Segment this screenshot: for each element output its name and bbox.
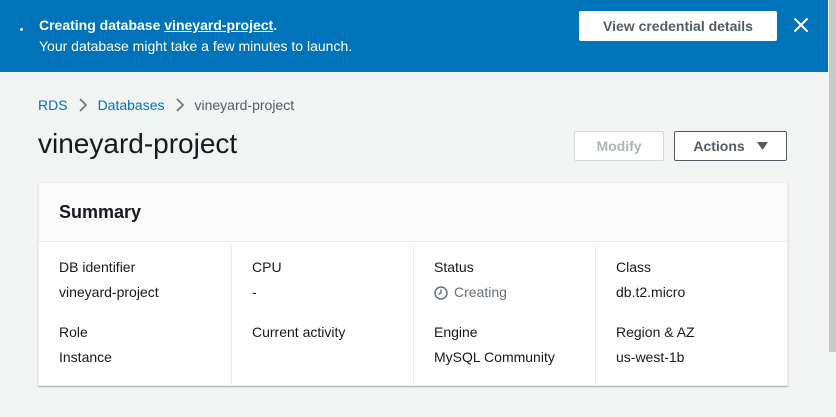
summary-title: Summary	[59, 202, 142, 222]
close-icon[interactable]	[792, 16, 810, 34]
field-label: CPU	[252, 259, 282, 275]
field-value: MySQL Community	[434, 349, 555, 365]
summary-header: Summary	[39, 183, 787, 242]
field-value: db.t2.micro	[616, 284, 686, 300]
flash-title-prefix: Creating database	[39, 17, 165, 33]
field-label: Current activity	[252, 324, 346, 340]
chevron-right-icon	[68, 98, 98, 112]
summary-column: CPU - Current activity	[231, 244, 413, 386]
flash-banner: Creating database vineyard-project. Your…	[0, 0, 828, 72]
field-value: us-west-1b	[616, 349, 685, 365]
spinner-icon	[20, 28, 23, 31]
page-title: vineyard-project	[38, 128, 238, 159]
field-status: Status Creating	[434, 259, 595, 301]
field-region-az: Region & AZ us-west-1b	[616, 324, 777, 366]
field-value: -	[252, 284, 257, 300]
field-value	[252, 349, 413, 366]
field-label: DB identifier	[59, 259, 136, 275]
field-label: Engine	[434, 324, 478, 340]
flash-db-link[interactable]: vineyard-project	[164, 17, 273, 33]
clock-icon	[434, 285, 448, 300]
status-text: Creating	[454, 284, 507, 300]
field-role: Role Instance	[59, 324, 231, 366]
field-engine: Engine MySQL Community	[434, 324, 595, 366]
breadcrumb-item-rds[interactable]: RDS	[38, 97, 68, 113]
status-indicator: Creating	[434, 284, 595, 301]
breadcrumb: RDS Databases vineyard-project	[38, 97, 294, 113]
summary-column: Class db.t2.micro Region & AZ us-west-1b	[595, 244, 777, 386]
summary-column: Status Creating Engine MySQL Community	[413, 244, 595, 386]
actions-button-label: Actions	[693, 138, 745, 154]
field-value: Instance	[59, 349, 112, 365]
summary-columns: DB identifier vineyard-project Role Inst…	[39, 242, 787, 386]
field-db-identifier: DB identifier vineyard-project	[59, 259, 231, 301]
breadcrumb-current: vineyard-project	[194, 97, 295, 113]
field-label: Status	[434, 259, 474, 275]
modify-button[interactable]: Modify	[574, 131, 664, 161]
flash-title-suffix: .	[273, 17, 278, 33]
flash-title: Creating database vineyard-project.	[39, 17, 277, 33]
scrollbar[interactable]	[828, 0, 836, 417]
flash-message: Your database might take a few minutes t…	[39, 38, 353, 54]
view-credential-details-button[interactable]: View credential details	[579, 11, 777, 41]
scrollbar-thumb[interactable]	[829, 0, 836, 352]
breadcrumb-item-databases[interactable]: Databases	[98, 97, 165, 113]
field-label: Region & AZ	[616, 324, 695, 340]
actions-button[interactable]: Actions	[674, 131, 787, 161]
field-current-activity: Current activity	[252, 324, 413, 366]
caret-down-icon	[756, 142, 768, 150]
chevron-right-icon	[165, 98, 195, 112]
field-label: Class	[616, 259, 652, 275]
field-class: Class db.t2.micro	[616, 259, 777, 301]
field-cpu: CPU -	[252, 259, 413, 301]
field-value: vineyard-project	[59, 284, 159, 300]
field-label: Role	[59, 324, 88, 340]
summary-panel: Summary DB identifier vineyard-project R…	[38, 182, 788, 386]
summary-column: DB identifier vineyard-project Role Inst…	[39, 244, 231, 386]
